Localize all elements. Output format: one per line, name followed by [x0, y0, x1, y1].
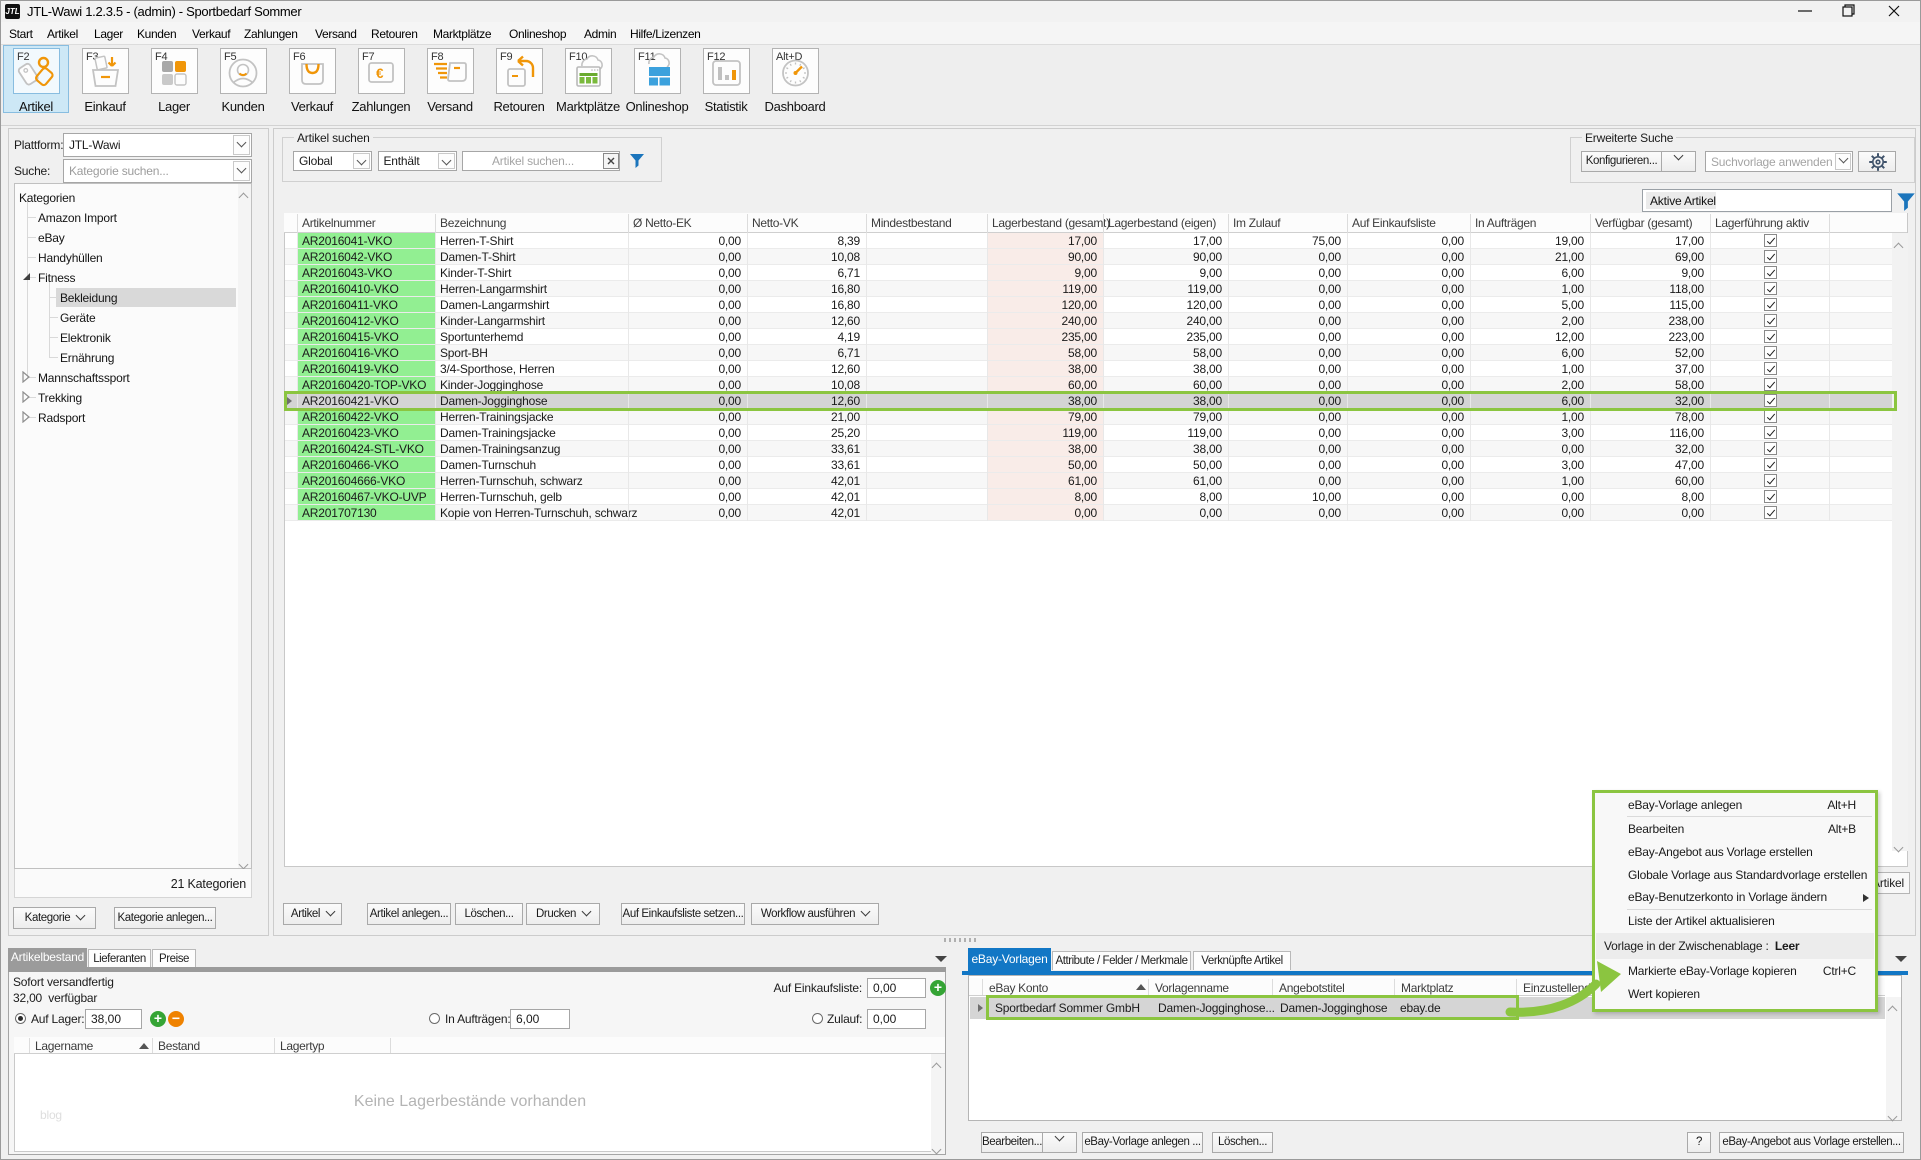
svg-text:€: €	[376, 66, 384, 81]
